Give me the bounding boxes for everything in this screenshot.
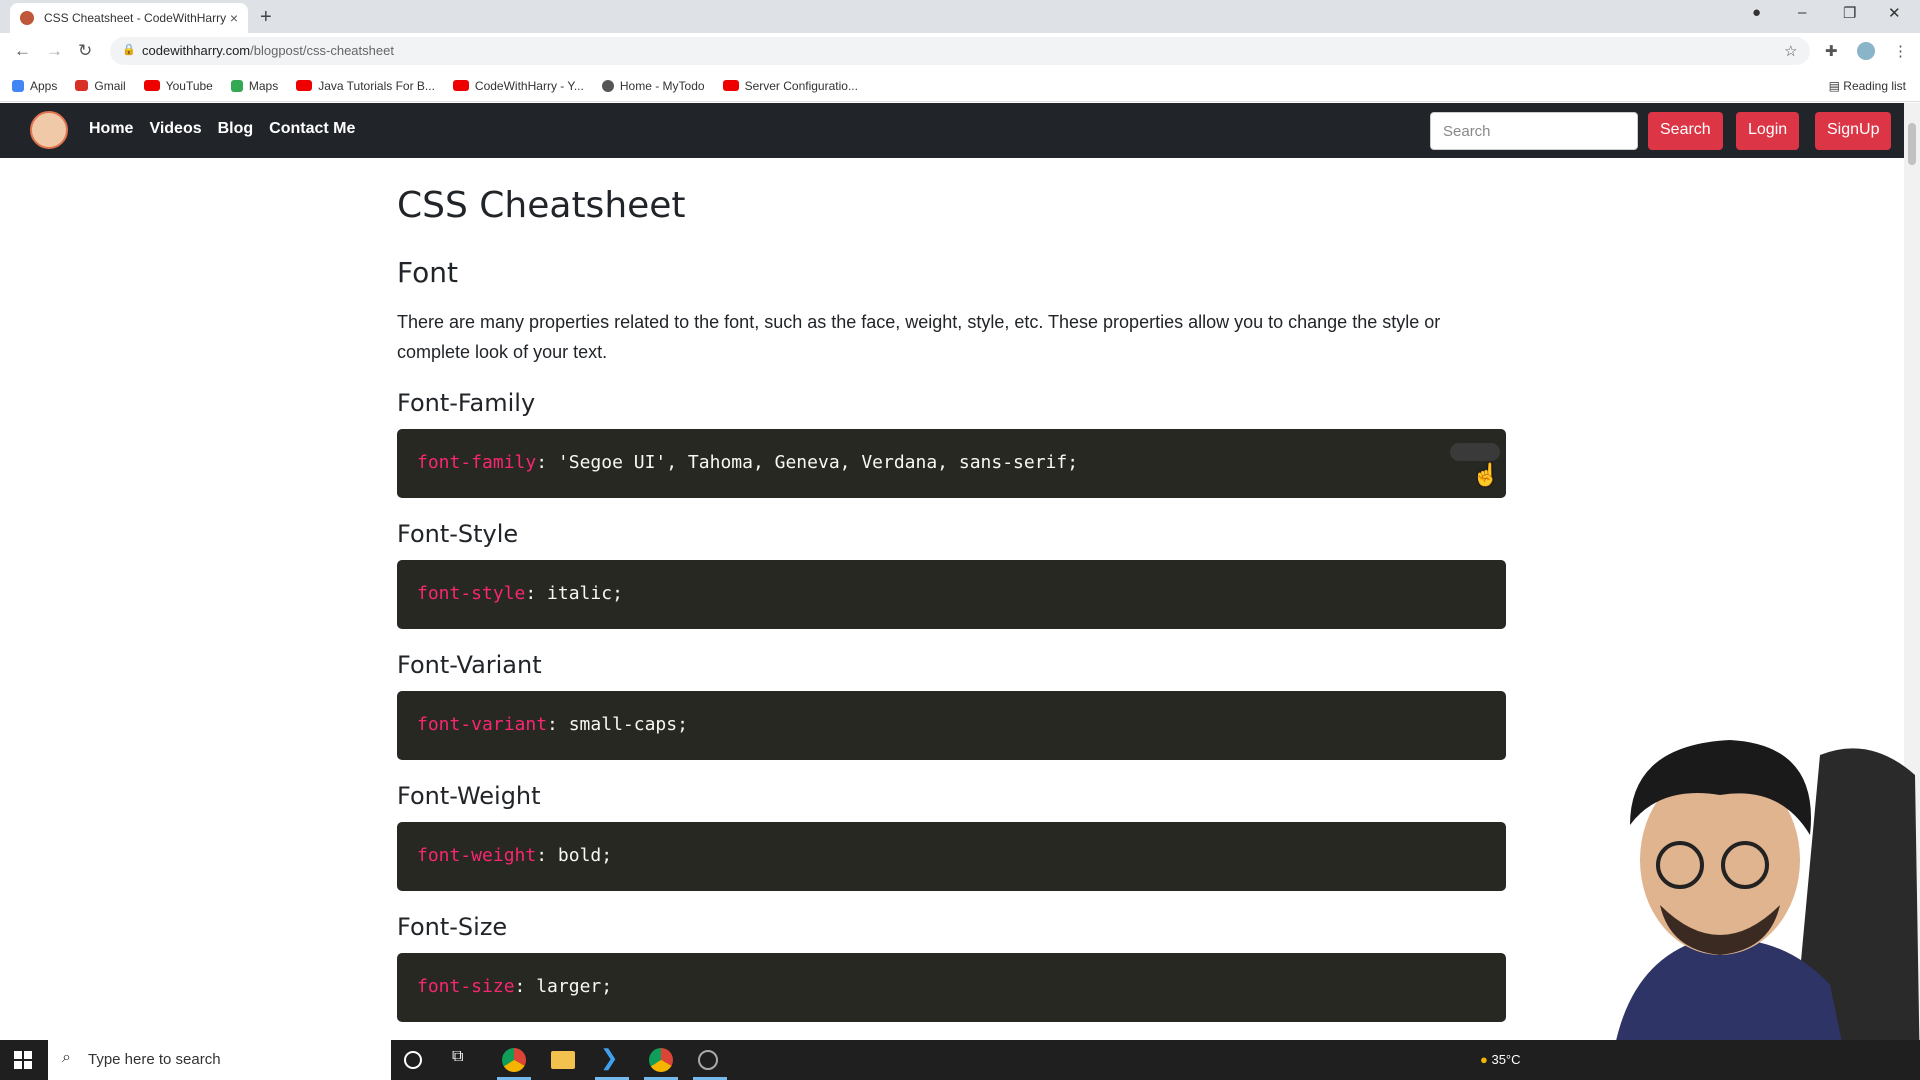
youtube-icon	[722, 80, 739, 91]
profile-menu-icon[interactable]: ●	[1752, 4, 1761, 21]
item-heading: Font-Family	[397, 389, 536, 417]
item-heading: Font-Weight	[397, 782, 541, 810]
close-window-icon[interactable]: ✕	[1888, 4, 1901, 22]
menu-kebab-icon[interactable]: ⋮	[1893, 42, 1908, 60]
code-property: font-family	[417, 452, 537, 473]
bookmarks-bar: Apps Gmail YouTube Maps Java Tutorials F…	[0, 70, 1920, 102]
bookmark-java-tutorials[interactable]: Java Tutorials For B...	[296, 79, 435, 93]
bookmark-gmail[interactable]: Gmail	[75, 79, 126, 93]
restore-icon[interactable]: ❐	[1843, 4, 1856, 22]
signup-button[interactable]: SignUp	[1815, 112, 1892, 150]
bookmark-star-icon[interactable]: ☆	[1784, 42, 1797, 60]
url-path: /blogpost/css-cheatsheet	[250, 43, 394, 58]
nav-contact[interactable]: Contact Me	[269, 120, 355, 138]
bookmark-youtube[interactable]: YouTube	[143, 79, 213, 93]
code-property: font-style	[417, 583, 526, 604]
code-value: : 'Segoe UI', Tahoma, Geneva, Verdana, s…	[536, 452, 1079, 473]
page-title: CSS Cheatsheet	[397, 185, 686, 226]
code-property: font-variant	[417, 714, 548, 735]
start-windows-icon[interactable]	[14, 1051, 32, 1069]
bookmark-server-config[interactable]: Server Configuratio...	[722, 79, 858, 93]
minimize-icon[interactable]: –	[1798, 4, 1806, 21]
code-block: font-size: larger;	[397, 953, 1506, 1022]
back-icon[interactable]: ←	[14, 41, 31, 61]
search-icon: ⌕	[62, 1049, 71, 1066]
webcam-overlay	[1610, 740, 1920, 1080]
copy-button[interactable]	[1450, 443, 1500, 461]
item-heading: Font-Size	[397, 913, 508, 941]
item-heading: Font-Style	[397, 520, 519, 548]
code-property: font-size	[417, 976, 515, 997]
tab-title: CSS Cheatsheet - CodeWithHarry	[44, 11, 227, 25]
obs-icon[interactable]	[698, 1050, 718, 1070]
bookmark-mytodo[interactable]: Home - MyTodo	[601, 79, 705, 93]
youtube-icon	[296, 80, 313, 91]
item-heading: Font-Variant	[397, 651, 542, 679]
nav-home[interactable]: Home	[89, 120, 133, 138]
new-tab-button[interactable]: +	[260, 6, 272, 29]
site-favicon-icon	[20, 11, 34, 25]
maps-icon	[230, 79, 243, 92]
lock-icon: 🔒	[122, 44, 136, 56]
site-navbar: Home Videos Blog Contact Me Search Searc…	[0, 103, 1904, 158]
chrome-icon[interactable]	[502, 1048, 526, 1072]
bookmark-codewithharry[interactable]: CodeWithHarry - Y...	[452, 79, 584, 93]
section-intro: There are many properties related to the…	[397, 312, 1441, 362]
vscode-icon[interactable]: ❯	[600, 1045, 624, 1070]
code-block: font-weight: bold;	[397, 822, 1506, 891]
url-host: codewithharry.com	[142, 43, 251, 58]
forward-icon[interactable]: →	[46, 41, 63, 61]
weather-sun-icon: ●	[1480, 1052, 1492, 1067]
code-value: : larger;	[514, 976, 613, 997]
cortana-icon[interactable]	[404, 1051, 422, 1069]
bookmark-apps[interactable]: Apps	[12, 79, 57, 93]
file-explorer-icon[interactable]	[551, 1051, 575, 1069]
mouse-pointer-icon: ☝	[1472, 462, 1500, 487]
reload-icon[interactable]: ↻	[78, 41, 92, 61]
youtube-icon	[143, 80, 160, 91]
section-heading: Font	[397, 256, 458, 289]
site-logo-avatar[interactable]	[30, 111, 68, 149]
close-tab-icon[interactable]: ×	[230, 10, 238, 26]
code-property: font-weight	[417, 845, 537, 866]
browser-tab[interactable]: CSS Cheatsheet - CodeWithHarry ×	[10, 3, 248, 33]
chrome-profile-icon[interactable]	[649, 1048, 673, 1072]
nav-links: Home Videos Blog Contact Me	[89, 120, 371, 138]
taskbar-search-placeholder: Type here to search	[88, 1051, 221, 1068]
login-button[interactable]: Login	[1736, 112, 1800, 150]
taskbar-search[interactable]: ⌕ Type here to search	[48, 1040, 391, 1080]
profile-avatar-icon[interactable]	[1857, 42, 1875, 60]
code-value: : bold;	[536, 845, 613, 866]
site-search-input[interactable]: Search	[1430, 112, 1638, 150]
youtube-icon	[452, 80, 469, 91]
nav-blog[interactable]: Blog	[218, 120, 254, 138]
code-block: font-variant: small-caps;	[397, 691, 1506, 760]
reading-list-icon: ▤	[1828, 79, 1844, 93]
browser-toolbar: ← → ↻ 🔒 codewithharry.com/blogpost/css-c…	[0, 33, 1920, 70]
gmail-icon	[75, 80, 89, 91]
nav-videos[interactable]: Videos	[149, 120, 201, 138]
article: CSS Cheatsheet Font There are many prope…	[397, 185, 1507, 1022]
globe-icon	[601, 79, 614, 92]
windows-taskbar: ⌕ Type here to search ⧉ ❯ ● 35°C	[0, 1040, 1920, 1080]
weather-widget[interactable]: ● 35°C	[1480, 1052, 1521, 1067]
address-bar[interactable]: 🔒 codewithharry.com/blogpost/css-cheatsh…	[110, 37, 1810, 65]
code-value: : small-caps;	[547, 714, 688, 735]
search-button[interactable]: Search	[1648, 112, 1723, 150]
apps-grid-icon	[12, 79, 24, 92]
scrollbar-thumb[interactable]	[1908, 123, 1916, 165]
code-block: font-style: italic;	[397, 560, 1506, 629]
code-value: : italic;	[525, 583, 623, 604]
bookmark-maps[interactable]: Maps	[230, 79, 278, 93]
browser-tabstrip: CSS Cheatsheet - CodeWithHarry × + ● – ❐…	[0, 0, 1920, 33]
extensions-icon[interactable]: ✚	[1825, 42, 1838, 60]
reading-list-button[interactable]: ▤ Reading list	[1829, 79, 1906, 93]
task-view-icon[interactable]: ⧉	[452, 1048, 476, 1072]
code-block: font-family: 'Segoe UI', Tahoma, Geneva,…	[397, 429, 1506, 498]
